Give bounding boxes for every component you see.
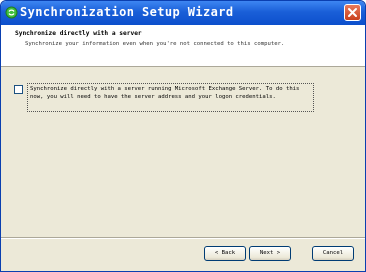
close-icon <box>348 8 357 17</box>
sync-server-checkbox[interactable] <box>14 85 23 94</box>
sync-server-option[interactable]: Synchronize directly with a server runni… <box>27 83 314 112</box>
footer-divider <box>1 237 365 239</box>
sync-server-option-label: Synchronize directly with a server runni… <box>30 86 300 100</box>
wizard-window: Synchronization Setup Wizard Synchronize… <box>0 0 366 272</box>
window-title: Synchronization Setup Wizard <box>20 5 234 19</box>
next-button[interactable]: Next > <box>249 246 291 261</box>
sync-icon <box>5 6 18 19</box>
title-bar[interactable]: Synchronization Setup Wizard <box>1 1 365 25</box>
back-button[interactable]: < Back <box>204 246 246 261</box>
close-button[interactable] <box>344 4 361 21</box>
page-subtitle: Synchronize your information even when y… <box>25 41 285 47</box>
wizard-header: Synchronize directly with a server Synch… <box>1 25 365 67</box>
page-title: Synchronize directly with a server <box>15 30 142 37</box>
wizard-content: Synchronize directly with a server runni… <box>1 67 365 237</box>
cancel-button[interactable]: Cancel <box>312 246 354 261</box>
